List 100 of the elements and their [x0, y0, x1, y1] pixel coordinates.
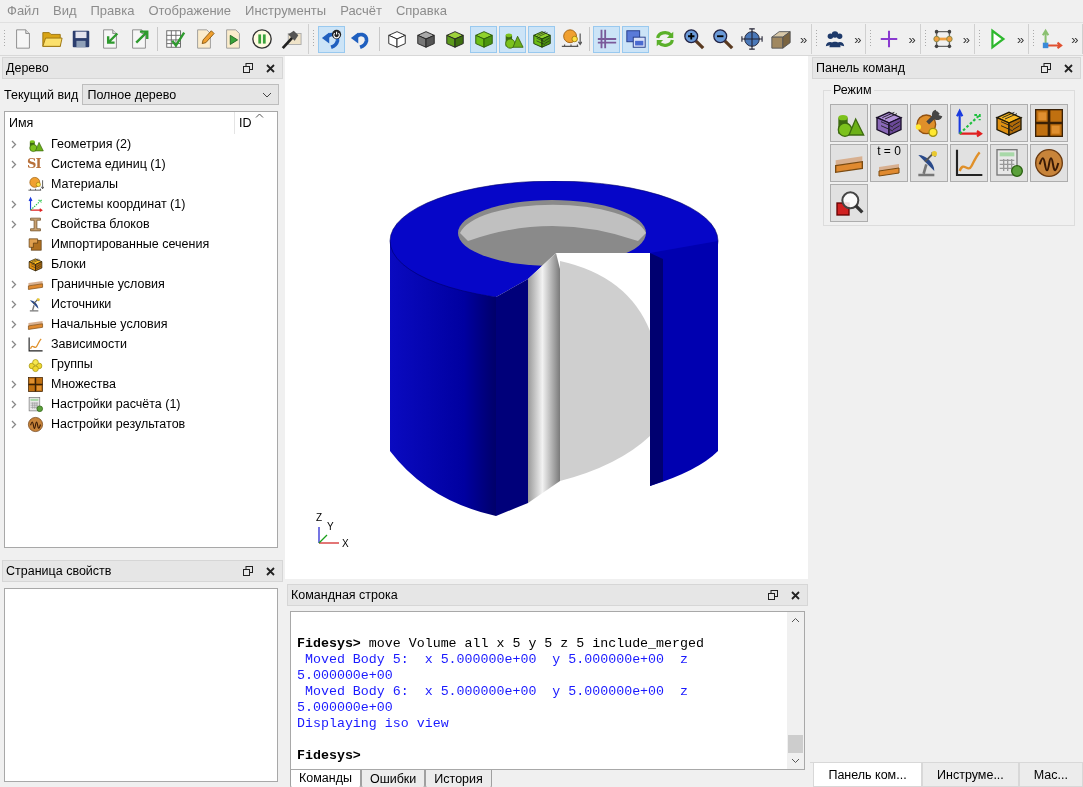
zoom-in-icon [682, 28, 705, 50]
tree-item[interactable]: Системы координат (1) [5, 194, 277, 214]
command-button[interactable] [990, 104, 1028, 142]
undo-icon [320, 28, 343, 50]
group-title: Режим [831, 83, 874, 97]
close-icon [265, 63, 275, 73]
overflow-button[interactable]: » [850, 31, 864, 47]
scrollbar[interactable] [787, 612, 804, 769]
command-button[interactable] [950, 104, 988, 142]
command-button[interactable] [950, 144, 988, 182]
overflow-button[interactable]: » [904, 31, 918, 47]
grid-icon [27, 375, 44, 393]
console-tab[interactable]: Команды [290, 770, 361, 787]
float-button[interactable] [1038, 60, 1054, 76]
view-dropdown[interactable]: Полное дерево [82, 84, 279, 105]
cube-outline-icon [385, 28, 408, 50]
tree-item[interactable]: Множества [5, 374, 277, 394]
table-check-icon [163, 28, 186, 50]
tree-item[interactable]: Начальные условия [5, 314, 277, 334]
tree-item[interactable]: Граничные условия [5, 274, 277, 294]
people-icon [823, 28, 846, 50]
column-header[interactable]: ID [235, 112, 277, 134]
panel-title: Панель команд [816, 61, 906, 75]
calculator-icon [993, 147, 1025, 179]
chevron-down-icon [262, 91, 272, 98]
console-tab[interactable]: Ошибки [360, 770, 426, 787]
console-line: 5.000000e+00 [297, 668, 394, 684]
panel-tab[interactable]: Мас... [1018, 763, 1083, 787]
command-button[interactable] [1030, 104, 1068, 142]
calculator-icon [27, 395, 44, 413]
overflow-button[interactable]: » [958, 31, 972, 47]
sphere-icon [27, 175, 44, 193]
tree-item[interactable]: Настройки результатов [5, 414, 277, 434]
command-button[interactable] [870, 104, 908, 142]
tree-item[interactable]: Зависимости [5, 334, 277, 354]
axis-label: Y [327, 522, 334, 532]
panel-title: Дерево [6, 61, 50, 75]
overflow-button[interactable]: » [1012, 31, 1027, 47]
column-header[interactable]: Имя [5, 112, 235, 134]
float-button[interactable] [240, 60, 256, 76]
float-icon [243, 63, 253, 73]
overflow-button[interactable]: » [796, 31, 810, 47]
graph-icon [953, 147, 985, 179]
sphere-icon [559, 28, 582, 50]
refresh-icon [653, 28, 676, 50]
float-icon [1041, 63, 1051, 73]
pause-icon [250, 28, 273, 50]
tree-item[interactable]: Настройки расчёта (1) [5, 394, 277, 414]
wave-icon [1033, 147, 1065, 179]
float-button[interactable] [765, 587, 781, 603]
toolbar-button[interactable] [738, 25, 765, 53]
crosshair-icon [740, 28, 763, 50]
toolbar-button[interactable] [318, 25, 345, 53]
tree-item[interactable]: Геометрия (2) [5, 134, 277, 154]
close-icon [1063, 63, 1073, 73]
overflow-button[interactable]: » [1067, 31, 1081, 47]
float-icon [768, 590, 778, 600]
cube-edges-icon [443, 28, 466, 50]
command-button[interactable]: t = 0 [870, 144, 908, 182]
tree-item[interactable]: Блоки [5, 254, 277, 274]
float-button[interactable] [240, 563, 256, 579]
panel-tab[interactable]: Панель ком... [813, 763, 923, 787]
wrench-sphere-icon [913, 107, 945, 139]
axes-icon [1040, 28, 1063, 50]
tree-item[interactable]: Источники [5, 294, 277, 314]
close-icon [790, 590, 800, 600]
console-line: Fidesys> move Volume all x 5 y 5 z 5 include_merged [297, 636, 705, 652]
command-button[interactable] [910, 144, 948, 182]
tree-item[interactable]: Материалы [5, 174, 277, 194]
command-button[interactable] [910, 104, 948, 142]
console-line: Displaying iso view [297, 716, 450, 732]
panel-tab[interactable]: Инструме... [922, 763, 1019, 787]
mesh-cube-icon [27, 255, 44, 273]
section-icon [27, 235, 44, 253]
cube-icon [414, 28, 437, 50]
scroll-down-icon [791, 758, 800, 764]
tree-item[interactable]: SI Система единиц (1) [5, 154, 277, 174]
tree-item[interactable]: Свойства блоков [5, 214, 277, 234]
axes-icon [953, 107, 985, 139]
tree-item[interactable]: Группы [5, 354, 277, 374]
nodes-icon [932, 28, 955, 50]
console-line: 5.000000e+00 [297, 700, 394, 716]
command-button[interactable] [1030, 144, 1068, 182]
console-tab[interactable]: История [425, 770, 492, 787]
tree-item[interactable]: Импортированные сечения [5, 234, 277, 254]
mesh-cube-icon [530, 28, 553, 50]
graph-icon [27, 335, 44, 353]
sort-caret-icon [255, 113, 264, 118]
console-line: Moved Body 6: x 5.000000e+00 y 5.000000e+00 z [303, 684, 689, 700]
toolbar-button[interactable] [528, 25, 555, 53]
viewport[interactable]: Z Y X [285, 56, 808, 579]
scroll-thumb[interactable] [788, 735, 803, 753]
command-button[interactable] [830, 184, 868, 222]
i-beam-icon [27, 215, 44, 233]
hammer-icon [279, 28, 302, 50]
console-line: Moved Body 5: x 5.000000e+00 y 5.000000e+00 z [303, 652, 689, 668]
windows-icon [624, 28, 647, 50]
axis-label: X [342, 539, 349, 549]
box-icon [769, 28, 792, 50]
close-icon [265, 566, 275, 576]
